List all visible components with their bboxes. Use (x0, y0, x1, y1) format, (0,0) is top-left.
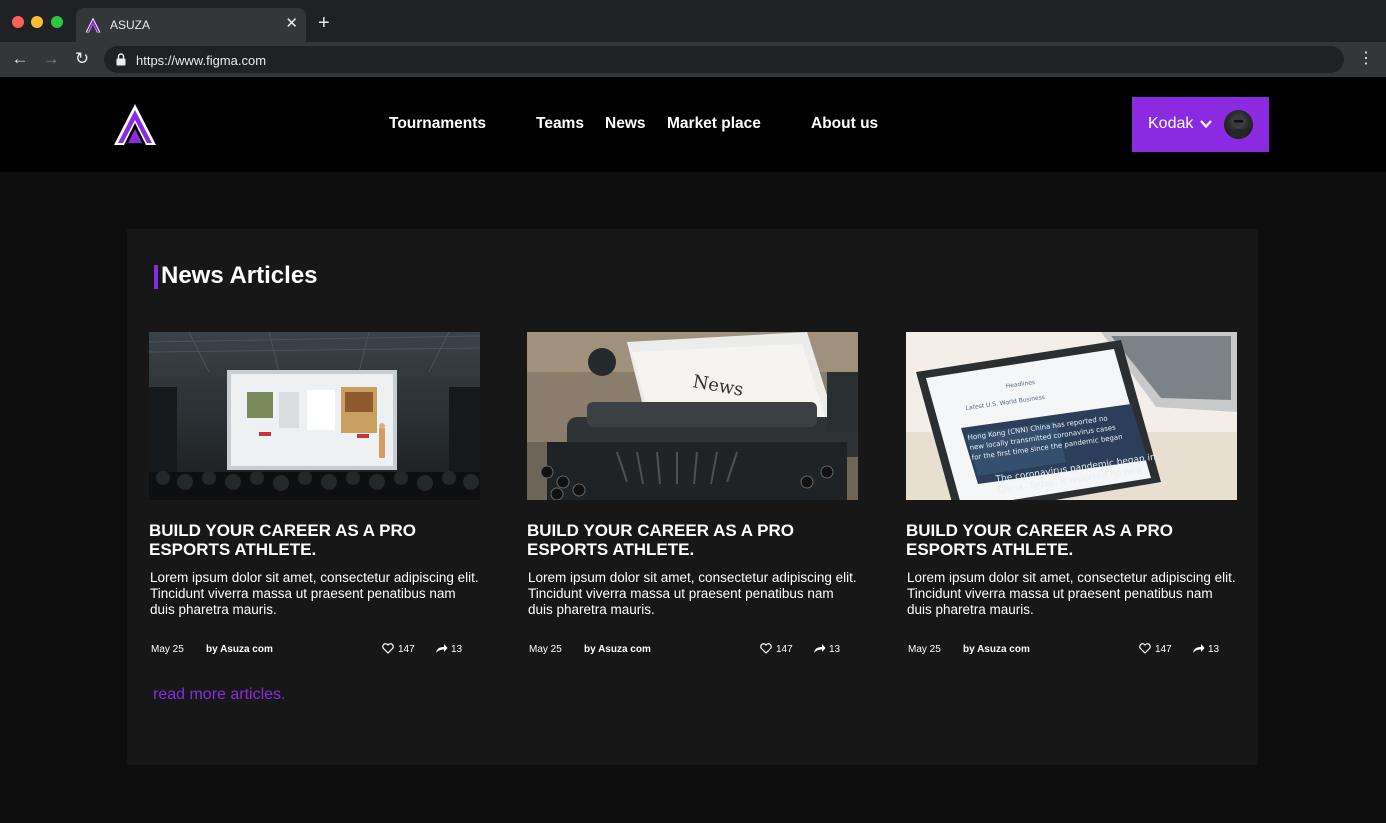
lock-icon (116, 53, 126, 66)
article-title[interactable]: BUILD YOUR CAREER AS A PRO ESPORTS ATHLE… (527, 521, 858, 559)
asuza-favicon-icon (85, 17, 101, 33)
nav-link-tournaments[interactable]: Tournaments (389, 115, 486, 133)
new-tab-button[interactable]: + (318, 13, 330, 33)
like-count: 147 (1155, 644, 1172, 655)
back-arrow-icon[interactable]: ← (11, 50, 29, 68)
like-count: 147 (776, 644, 793, 655)
share-arrow-icon[interactable] (435, 643, 448, 654)
read-more-articles-link[interactable]: read more articles. (153, 686, 286, 704)
article-excerpt: Lorem ipsum dolor sit amet, consectetur … (150, 570, 479, 617)
article-image-conference[interactable] (149, 332, 480, 500)
forward-arrow-icon[interactable]: → (42, 50, 60, 68)
article-excerpt: Lorem ipsum dolor sit amet, consectetur … (528, 570, 857, 617)
close-window-button[interactable] (12, 16, 24, 28)
article-author: by Asuza com (584, 644, 651, 655)
heart-icon[interactable] (1139, 643, 1151, 654)
asuza-logo-icon[interactable] (112, 103, 158, 147)
article-author: by Asuza com (206, 644, 273, 655)
article-image-typewriter[interactable]: News (527, 332, 858, 500)
minimize-window-button[interactable] (31, 16, 43, 28)
section-title: News Articles (161, 262, 318, 289)
article-author: by Asuza com (963, 644, 1030, 655)
heart-icon[interactable] (382, 643, 394, 654)
article-excerpt: Lorem ipsum dolor sit amet, consectetur … (907, 570, 1236, 617)
chevron-down-icon (1200, 120, 1212, 129)
article-title[interactable]: BUILD YOUR CAREER AS A PRO ESPORTS ATHLE… (906, 521, 1237, 559)
browser-menu-icon[interactable]: ⋮ (1358, 49, 1374, 69)
user-menu-button[interactable]: Kodak (1132, 97, 1269, 152)
article-date: May 25 (151, 644, 184, 655)
reload-icon[interactable]: ↻ (73, 50, 91, 68)
site-header: Tournaments Teams News Market place Abou… (0, 77, 1386, 172)
avatar (1224, 110, 1253, 139)
nav-link-news[interactable]: News (605, 115, 646, 133)
user-name: Kodak (1148, 115, 1194, 132)
browser-tab[interactable]: ASUZA ✕ (76, 8, 306, 42)
share-arrow-icon[interactable] (1192, 643, 1205, 654)
tab-close-icon[interactable]: ✕ (285, 15, 298, 33)
url-text: https://www.figma.com (136, 53, 267, 68)
share-arrow-icon[interactable] (813, 643, 826, 654)
share-count: 13 (1208, 644, 1220, 655)
like-count: 147 (398, 644, 415, 655)
article-date: May 25 (529, 644, 562, 655)
article-image-phone[interactable]: Hong Kong (CNN) China has reported no ne… (906, 332, 1237, 500)
tab-title: ASUZA (110, 18, 151, 32)
nav-link-about-us[interactable]: About us (811, 115, 878, 133)
heart-icon[interactable] (760, 643, 772, 654)
article-title[interactable]: BUILD YOUR CAREER AS A PRO ESPORTS ATHLE… (149, 521, 480, 559)
browser-toolbar: ← → ↻ https://www.figma.com ⋮ (0, 42, 1386, 77)
share-count: 13 (829, 644, 841, 655)
nav-link-teams[interactable]: Teams (536, 115, 584, 133)
browser-tab-strip: ASUZA ✕ + (0, 0, 1386, 42)
article-date: May 25 (908, 644, 941, 655)
share-count: 13 (451, 644, 463, 655)
address-bar[interactable]: https://www.figma.com (104, 46, 1344, 73)
section-accent-bar (154, 265, 158, 289)
maximize-window-button[interactable] (51, 16, 63, 28)
news-panel: News Articles BUILD YOUR CAREER AS A PRO… (127, 229, 1258, 765)
nav-link-market-place[interactable]: Market place (667, 115, 761, 133)
